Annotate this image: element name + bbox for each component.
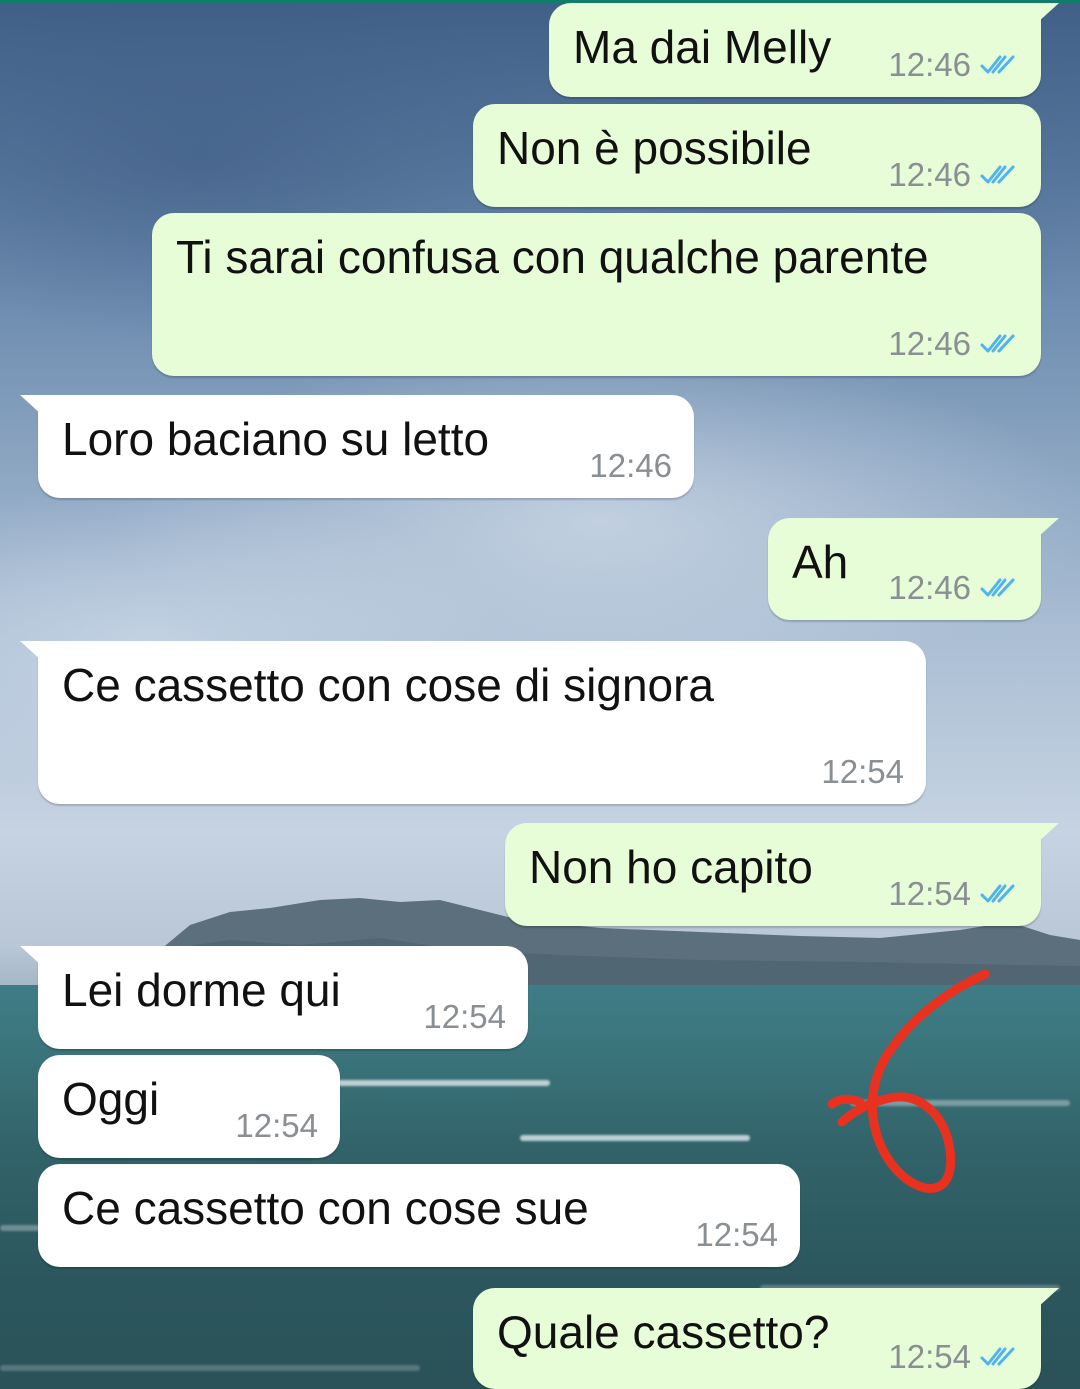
incoming-message[interactable]: Lei dorme qui 12:54	[20, 946, 528, 1049]
double-check-icon	[980, 55, 1015, 74]
message-text: Quale cassetto?	[497, 1306, 830, 1358]
message-time: 12:54	[888, 1338, 971, 1375]
message-time: 12:46	[888, 156, 971, 193]
message-text: Oggi	[62, 1073, 160, 1125]
outgoing-message[interactable]: Ah 12:46	[768, 518, 1059, 620]
message-meta: 12:46	[888, 155, 1019, 195]
message-time: 12:54	[423, 998, 506, 1035]
incoming-message[interactable]: Ce cassetto con cose di signora 12:54	[20, 641, 926, 804]
message-time: 12:46	[888, 325, 971, 362]
message-meta: 12:54	[423, 997, 506, 1037]
message-meta: 12:46	[888, 568, 1019, 608]
outgoing-message[interactable]: Ti sarai confusa con qualche parente 12:…	[152, 213, 1041, 376]
message-meta: 12:54	[695, 1215, 778, 1255]
message-text: Non è possibile	[497, 122, 812, 174]
message-text: Loro baciano su letto	[62, 413, 490, 465]
message-text: Ah	[792, 536, 849, 588]
incoming-message[interactable]: Ce cassetto con cose sue 12:54	[38, 1164, 800, 1267]
double-check-icon	[980, 165, 1015, 184]
incoming-message[interactable]: Oggi 12:54	[38, 1055, 340, 1158]
message-time: 12:46	[888, 46, 971, 83]
outgoing-message[interactable]: Non ho capito 12:54	[505, 823, 1059, 926]
message-meta: 12:46	[589, 446, 672, 486]
incoming-message[interactable]: Loro baciano su letto 12:46	[20, 395, 694, 498]
double-check-icon	[980, 334, 1015, 353]
message-text: Ma dai Melly	[573, 21, 832, 73]
message-text: Ce cassetto con cose sue	[62, 1182, 589, 1234]
outgoing-message[interactable]: Quale cassetto? 12:54	[473, 1288, 1059, 1389]
hand-drawn-annotation-mark	[827, 969, 990, 1193]
message-time: 12:46	[589, 447, 672, 484]
message-meta: 12:54	[235, 1106, 318, 1146]
message-time: 12:46	[888, 569, 971, 606]
double-check-icon	[980, 884, 1015, 903]
outgoing-message[interactable]: Non è possibile 12:46	[473, 104, 1041, 207]
message-meta: 12:54	[821, 752, 904, 792]
message-meta: 12:46	[888, 324, 1019, 364]
message-meta: 12:54	[888, 1337, 1019, 1377]
double-check-icon	[980, 578, 1015, 597]
message-meta: 12:46	[888, 45, 1019, 85]
double-check-icon	[980, 1347, 1015, 1366]
message-text: Non ho capito	[529, 841, 813, 893]
outgoing-message[interactable]: Ma dai Melly 12:46	[549, 3, 1059, 97]
message-text: Lei dorme qui	[62, 964, 341, 1016]
message-text: Ti sarai confusa con qualche parente	[176, 231, 929, 283]
message-text: Ce cassetto con cose di signora	[62, 659, 715, 711]
message-time: 12:54	[888, 875, 971, 912]
message-time: 12:54	[235, 1107, 318, 1144]
message-time: 12:54	[695, 1216, 778, 1253]
message-time: 12:54	[821, 753, 904, 790]
message-meta: 12:54	[888, 874, 1019, 914]
